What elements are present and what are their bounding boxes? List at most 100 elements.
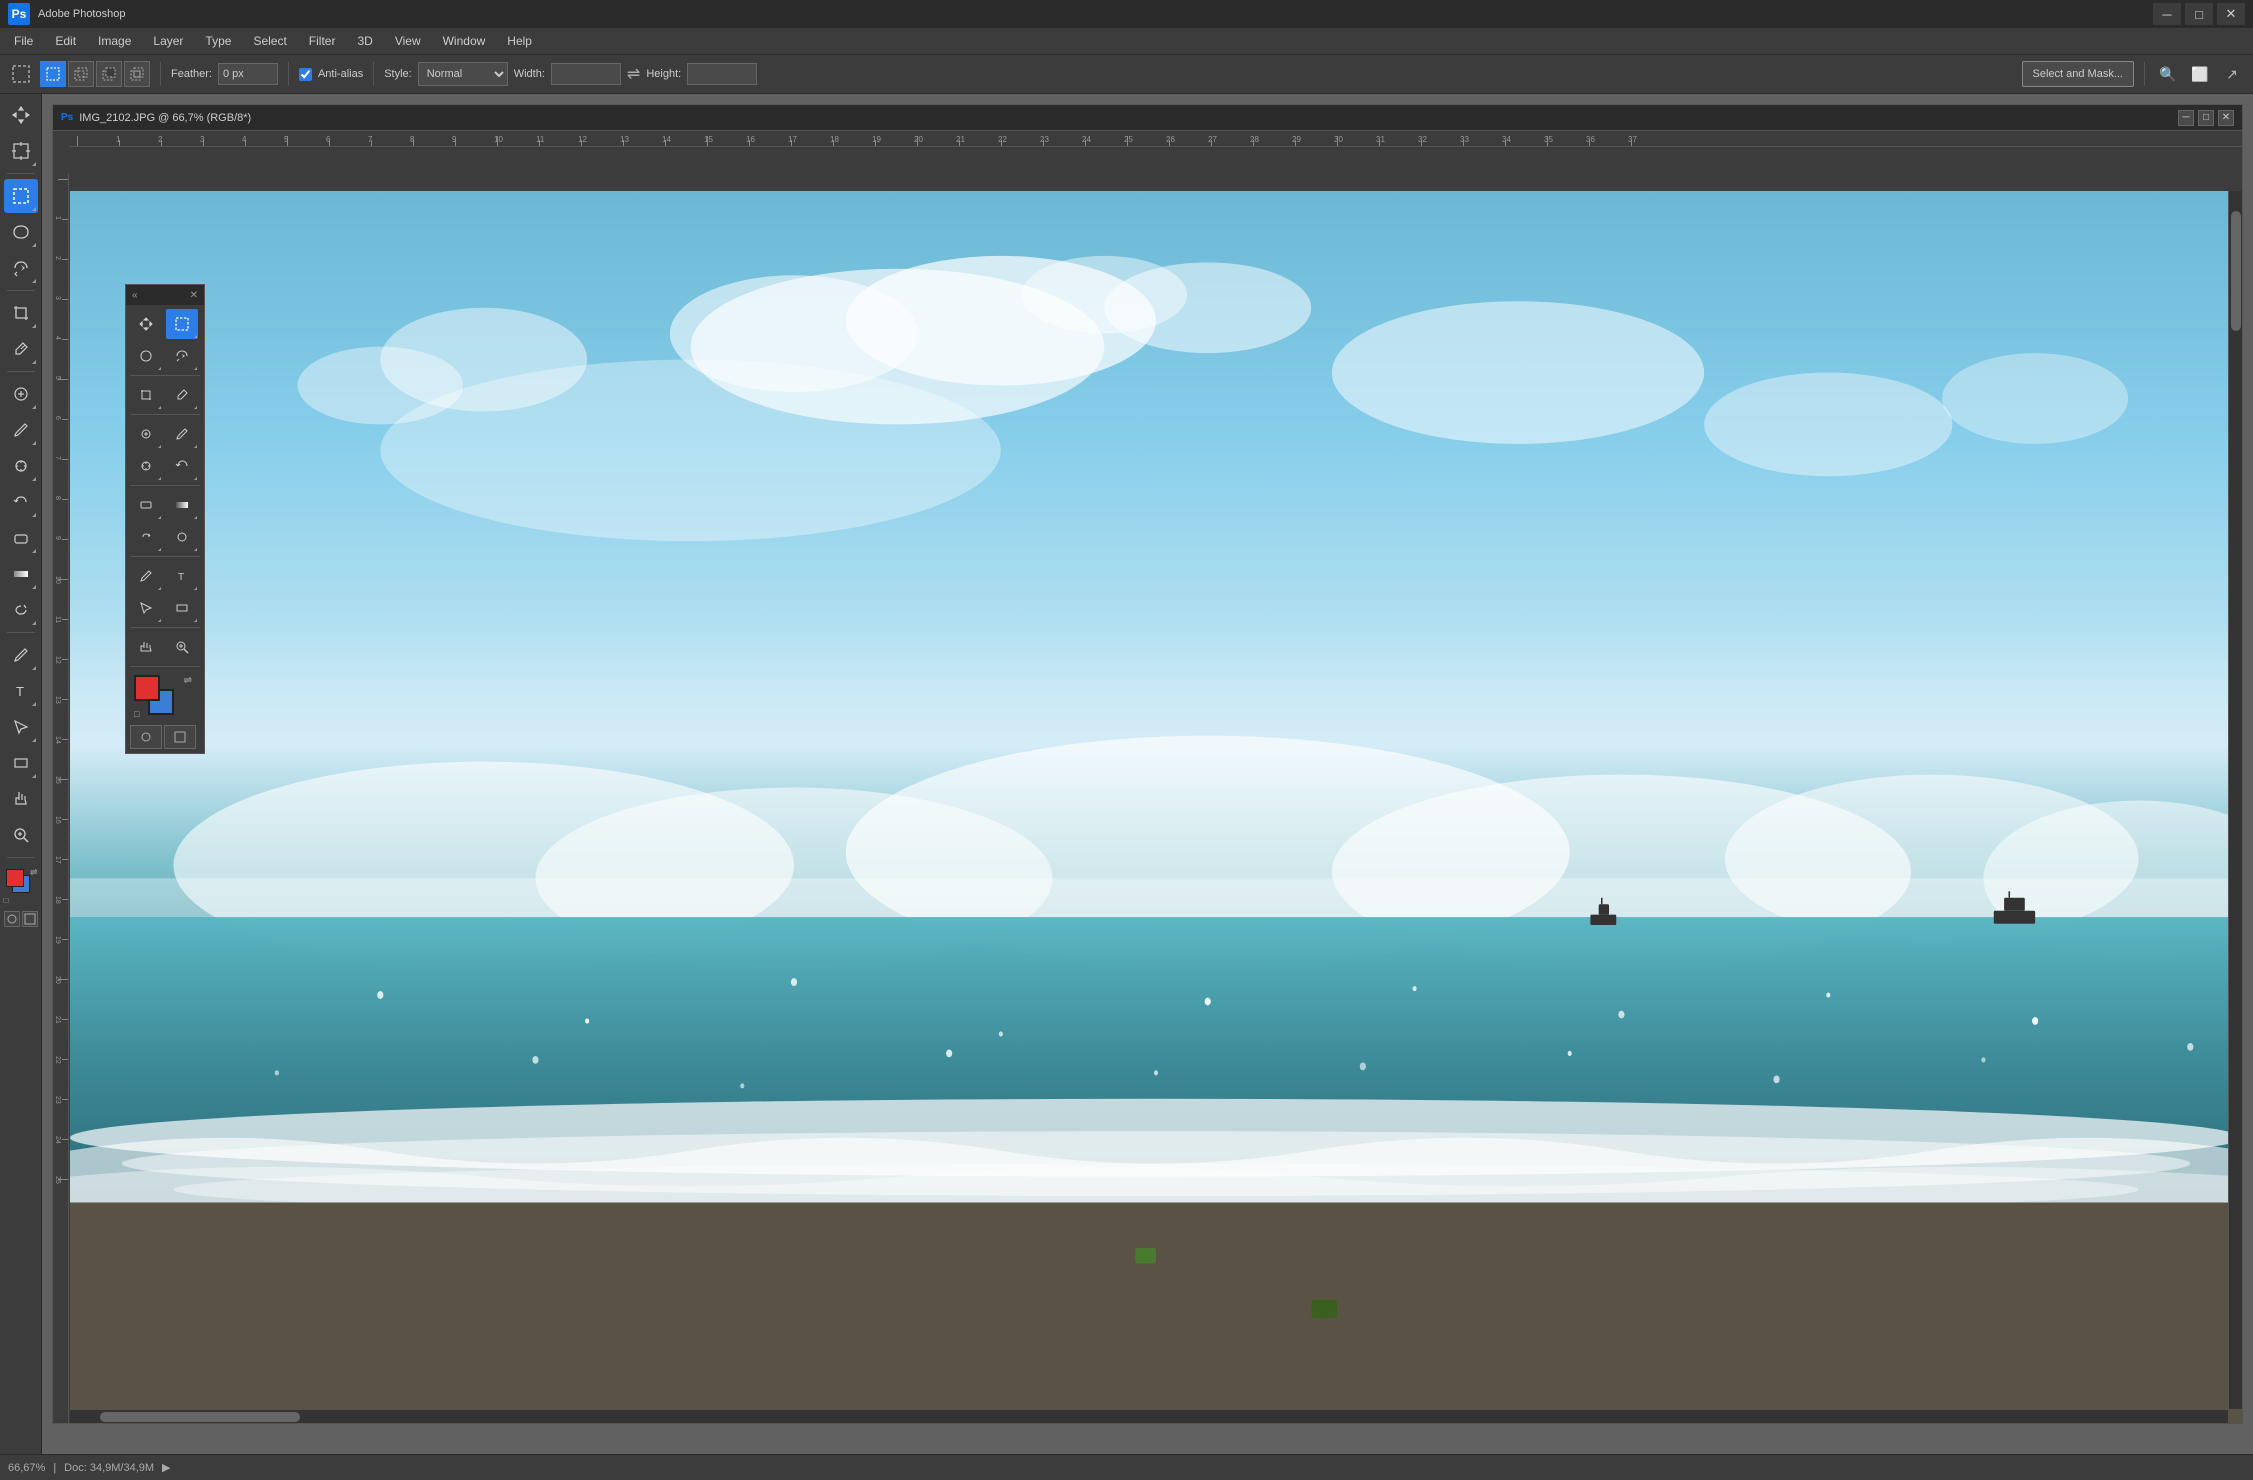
feather-input[interactable] bbox=[218, 63, 278, 85]
zoom-btn[interactable] bbox=[4, 818, 38, 852]
standard-mode-btn[interactable] bbox=[22, 911, 38, 927]
shape-btn[interactable] bbox=[4, 746, 38, 780]
height-input[interactable] bbox=[687, 63, 757, 85]
artboard-tool-btn[interactable] bbox=[4, 134, 38, 168]
ft-swap-colors[interactable]: ⇌ bbox=[184, 675, 192, 686]
ft-shape[interactable] bbox=[166, 593, 198, 623]
ft-lasso[interactable] bbox=[130, 341, 162, 371]
history-brush-btn[interactable] bbox=[4, 485, 38, 519]
canvas-area[interactable]: 1234567891011121314151617181920212223242… bbox=[53, 148, 2242, 1423]
ft-dodge[interactable] bbox=[166, 522, 198, 552]
menu-view[interactable]: View bbox=[385, 31, 431, 51]
brush-btn[interactable] bbox=[4, 413, 38, 447]
hand-btn[interactable] bbox=[4, 782, 38, 816]
ps-logo: Ps bbox=[8, 3, 30, 25]
default-colors-icon[interactable]: □ bbox=[4, 896, 9, 905]
status-arrow[interactable]: ▶ bbox=[162, 1461, 170, 1474]
document-controls: ─ □ ✕ bbox=[2178, 110, 2234, 126]
ft-sep-6 bbox=[130, 666, 200, 667]
path-select-btn[interactable] bbox=[4, 710, 38, 744]
menu-3d[interactable]: 3D bbox=[347, 31, 382, 51]
clone-stamp-btn[interactable] bbox=[4, 449, 38, 483]
h-scroll-thumb[interactable] bbox=[100, 1412, 300, 1422]
menu-window[interactable]: Window bbox=[433, 31, 496, 51]
maximize-button[interactable]: □ bbox=[2185, 3, 2213, 25]
menu-filter[interactable]: Filter bbox=[299, 31, 346, 51]
crop-btn[interactable] bbox=[4, 296, 38, 330]
foreground-color-swatch[interactable] bbox=[6, 869, 24, 887]
ft-quick-mask[interactable] bbox=[130, 725, 162, 749]
ft-gradient[interactable] bbox=[166, 490, 198, 520]
dodge-btn[interactable] bbox=[4, 593, 38, 627]
ft-eyedropper[interactable] bbox=[166, 380, 198, 410]
anti-alias-checkbox[interactable] bbox=[299, 68, 312, 81]
svg-text:T: T bbox=[178, 572, 184, 583]
ft-blur[interactable] bbox=[130, 522, 162, 552]
menu-layer[interactable]: Layer bbox=[143, 31, 193, 51]
search-icon[interactable]: 🔍 bbox=[2155, 61, 2181, 87]
close-button[interactable]: ✕ bbox=[2217, 3, 2245, 25]
menu-select[interactable]: Select bbox=[243, 31, 296, 51]
lasso-btn[interactable] bbox=[4, 215, 38, 249]
swap-wh-icon[interactable]: ⇌ bbox=[627, 64, 640, 84]
canvas-image[interactable] bbox=[70, 191, 2242, 1423]
float-tools-close[interactable]: ✕ bbox=[190, 290, 198, 301]
mode-intersect[interactable] bbox=[124, 61, 150, 87]
minimize-button[interactable]: ─ bbox=[2153, 3, 2181, 25]
ft-fg-color[interactable] bbox=[134, 675, 160, 701]
vertical-scrollbar[interactable] bbox=[2228, 191, 2242, 1409]
ruler-left: 1234567891011121314151617181920212223242… bbox=[53, 174, 69, 1423]
pen-btn[interactable] bbox=[4, 638, 38, 672]
tool-preset-picker[interactable] bbox=[8, 61, 34, 87]
workspace-icon[interactable]: ⬜ bbox=[2187, 61, 2213, 87]
ft-crop[interactable] bbox=[130, 380, 162, 410]
ft-move[interactable] bbox=[130, 309, 162, 339]
app-title: Adobe Photoshop bbox=[38, 8, 125, 20]
ft-history-brush[interactable] bbox=[166, 451, 198, 481]
ft-zoom[interactable] bbox=[166, 632, 198, 662]
ft-eraser[interactable] bbox=[130, 490, 162, 520]
healing-btn[interactable] bbox=[4, 377, 38, 411]
mode-add[interactable] bbox=[68, 61, 94, 87]
quick-select-btn[interactable] bbox=[4, 251, 38, 285]
menu-image[interactable]: Image bbox=[88, 31, 141, 51]
quick-mask-btn[interactable] bbox=[4, 911, 20, 927]
ft-rect-marquee[interactable] bbox=[166, 309, 198, 339]
style-select[interactable]: Normal Fixed Ratio Fixed Size bbox=[418, 62, 508, 86]
swap-colors-icon[interactable]: ⇌ bbox=[30, 867, 38, 878]
ft-clone[interactable] bbox=[130, 451, 162, 481]
menu-type[interactable]: Type bbox=[195, 31, 241, 51]
mode-subtract[interactable] bbox=[96, 61, 122, 87]
ft-brush[interactable] bbox=[166, 419, 198, 449]
text-btn[interactable]: T bbox=[4, 674, 38, 708]
doc-maximize[interactable]: □ bbox=[2198, 110, 2214, 126]
float-tools-collapse[interactable]: « bbox=[132, 290, 138, 301]
eyedropper-btn[interactable] bbox=[4, 332, 38, 366]
menu-edit[interactable]: Edit bbox=[45, 31, 86, 51]
move-tool-btn[interactable] bbox=[4, 98, 38, 132]
ft-hand[interactable] bbox=[130, 632, 162, 662]
ft-heal[interactable] bbox=[130, 419, 162, 449]
ft-std-mode[interactable] bbox=[164, 725, 196, 749]
doc-minimize[interactable]: ─ bbox=[2178, 110, 2194, 126]
ft-text[interactable]: T bbox=[166, 561, 198, 591]
width-input[interactable] bbox=[551, 63, 621, 85]
mode-new[interactable] bbox=[40, 61, 66, 87]
marquee-rect-btn[interactable] bbox=[4, 179, 38, 213]
menu-file[interactable]: File bbox=[4, 31, 43, 51]
select-and-mask-button[interactable]: Select and Mask... bbox=[2022, 61, 2135, 87]
gradient-btn[interactable] bbox=[4, 557, 38, 591]
eraser-btn[interactable] bbox=[4, 521, 38, 555]
ft-quick-select[interactable] bbox=[166, 341, 198, 371]
share-icon[interactable]: ↗ bbox=[2219, 61, 2245, 87]
ft-path-select[interactable] bbox=[130, 593, 162, 623]
ft-pen[interactable] bbox=[130, 561, 162, 591]
v-scroll-thumb[interactable] bbox=[2231, 211, 2241, 331]
doc-size-info: Doc: 34,9M/34,9M bbox=[64, 1462, 154, 1474]
anti-alias-label: Anti-alias bbox=[318, 68, 363, 80]
doc-close[interactable]: ✕ bbox=[2218, 110, 2234, 126]
svg-text:T: T bbox=[16, 684, 24, 699]
ft-default-colors[interactable]: □ bbox=[134, 709, 139, 719]
horizontal-scrollbar[interactable] bbox=[70, 1409, 2228, 1423]
menu-help[interactable]: Help bbox=[497, 31, 542, 51]
